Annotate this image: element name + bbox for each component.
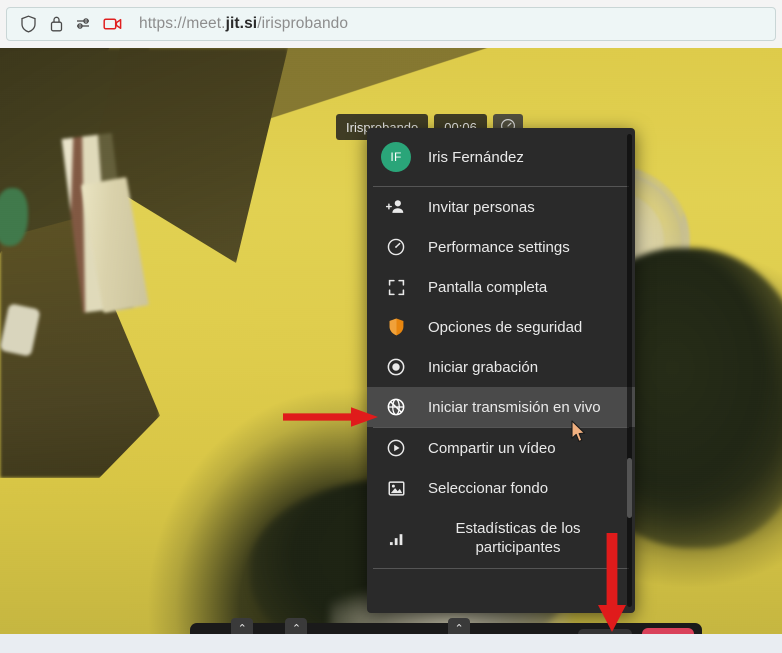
fullscreen-icon <box>381 278 411 297</box>
menu-item-label: Performance settings <box>428 238 570 256</box>
address-bar[interactable]: https://meet.jit.si/irisprobando <box>6 7 776 41</box>
menu-item-participants-stats[interactable]: Estadísticas de los participantes <box>367 508 635 568</box>
menu-bottom-padding <box>367 569 635 595</box>
shield-icon[interactable] <box>17 13 39 35</box>
record-icon <box>381 357 411 377</box>
menu-item-label: Seleccionar fondo <box>428 479 549 497</box>
avatar: IF <box>381 142 411 172</box>
menu-item-fullscreen[interactable]: Pantalla completa <box>367 267 635 307</box>
menu-profile-row[interactable]: IF Iris Fernández <box>367 128 635 186</box>
url-host: jit.si <box>225 15 258 32</box>
menu-item-label: Invitar personas <box>428 198 535 216</box>
url-text: https://meet.jit.si/irisprobando <box>139 15 348 33</box>
camera-options-chevron[interactable]: ⌃ <box>285 618 308 634</box>
shield-icon <box>381 317 411 337</box>
bar-chart-icon <box>381 529 411 548</box>
menu-item-performance-settings[interactable]: Performance settings <box>367 227 635 267</box>
menu-item-label: Compartir un vídeo <box>428 439 556 457</box>
url-prefix: https://meet. <box>139 15 226 32</box>
raise-hand-options-chevron[interactable]: ⌃ <box>448 618 471 634</box>
add-person-icon <box>381 197 411 217</box>
profile-name: Iris Fernández <box>428 148 524 166</box>
menu-item-share-video[interactable]: Compartir un vídeo <box>367 428 635 468</box>
lock-icon[interactable] <box>45 13 67 35</box>
play-video-icon <box>381 438 411 458</box>
speedometer-icon <box>381 237 411 257</box>
browser-chrome: https://meet.jit.si/irisprobando <box>0 0 782 48</box>
image-background-icon <box>381 479 411 498</box>
url-path: /irisprobando <box>257 15 349 32</box>
microphone-options-chevron[interactable]: ⌃ <box>231 618 254 634</box>
menu-item-label: Iniciar transmisión en vivo <box>428 398 601 416</box>
camera-icon[interactable] <box>101 13 123 35</box>
menu-item-security-options[interactable]: Opciones de seguridad <box>367 307 635 347</box>
menu-scrollbar-thumb[interactable] <box>627 458 632 518</box>
menu-scrollbar-track[interactable] <box>627 134 632 607</box>
menu-item-label: Opciones de seguridad <box>428 318 583 336</box>
page-bottom-strip <box>0 634 782 653</box>
menu-item-invite-people[interactable]: Invitar personas <box>367 187 635 227</box>
menu-item-select-background[interactable]: Seleccionar fondo <box>367 468 635 508</box>
permissions-icon[interactable] <box>73 13 95 35</box>
video-stage: Irisprobando 00:06 IF Iris Fernández Inv… <box>0 48 782 634</box>
menu-item-label: Estadísticas de los participantes <box>455 519 581 556</box>
overflow-menu: IF Iris Fernández Invitar personas Perfo… <box>367 128 635 613</box>
meeting-toolbar: ⌃ ⌃ ⌃ <box>190 618 702 634</box>
menu-item-label: Iniciar grabación <box>428 358 539 376</box>
menu-item-start-live-stream[interactable]: Iniciar transmisión en vivo <box>367 387 635 427</box>
menu-item-label: Pantalla completa <box>428 278 548 296</box>
live-stream-icon <box>381 397 411 417</box>
menu-item-start-recording[interactable]: Iniciar grabación <box>367 347 635 387</box>
